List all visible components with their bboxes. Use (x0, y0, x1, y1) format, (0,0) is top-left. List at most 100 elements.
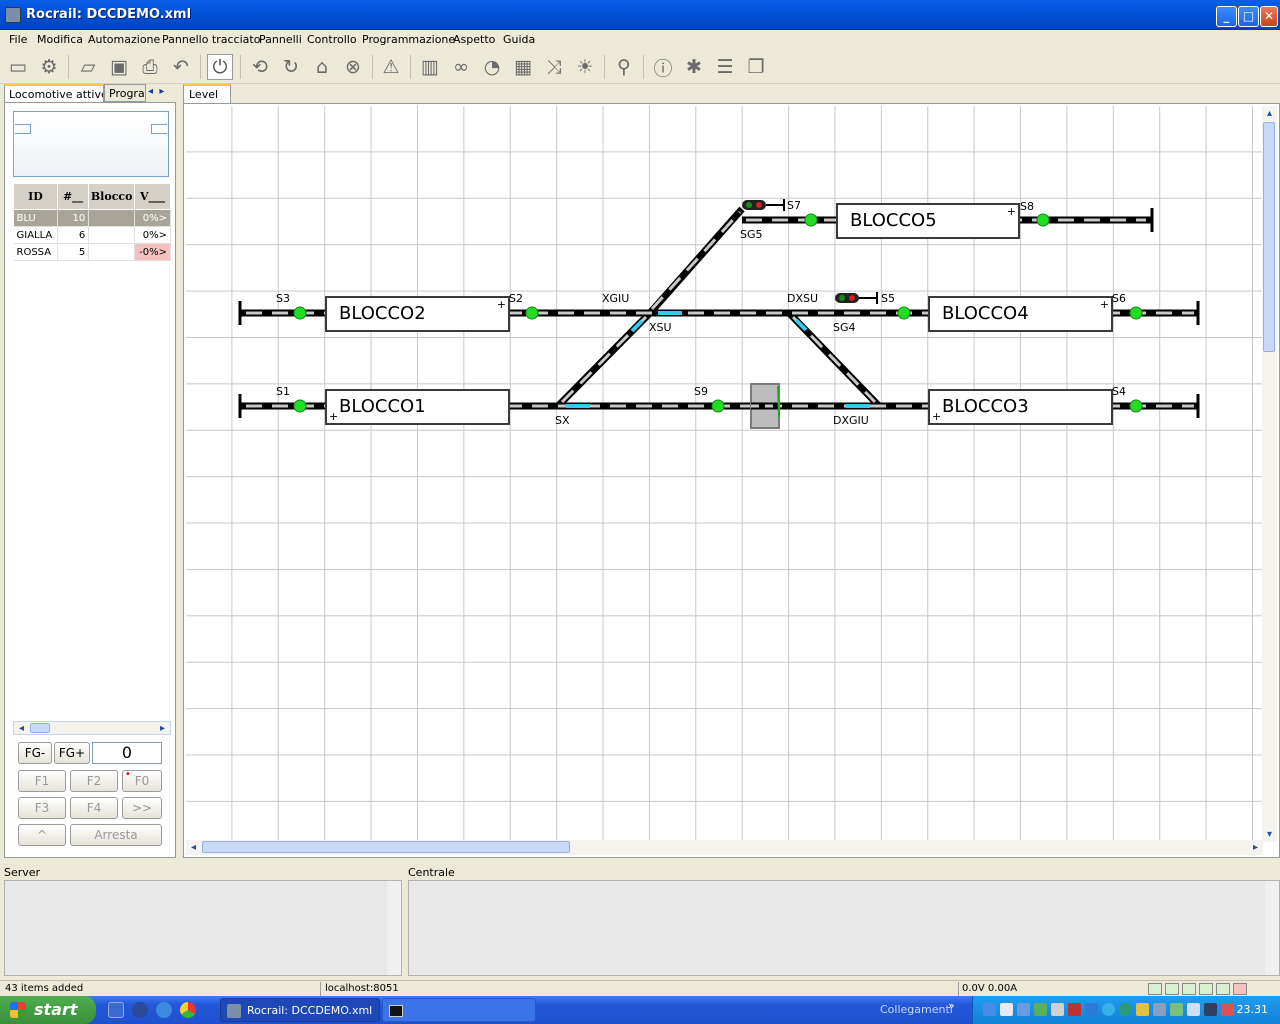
minimize-button[interactable]: _ (1216, 6, 1237, 27)
link-icon[interactable]: ∞ (448, 54, 474, 80)
sensor-s6[interactable] (1129, 306, 1143, 320)
internet-explorer-icon[interactable] (156, 1002, 172, 1018)
tab-locomotive-attive[interactable]: Locomotive attive (4, 84, 104, 102)
sensor-s7[interactable] (804, 213, 818, 227)
save-icon[interactable]: ▣ (106, 54, 132, 80)
scroll-right-icon[interactable]: ▸ (155, 721, 170, 736)
tray-security-icon[interactable] (1068, 1003, 1081, 1016)
chrome-icon[interactable] (180, 1002, 196, 1018)
signal-sg5-icon[interactable] (742, 199, 785, 211)
open-icon[interactable]: ▱ (75, 54, 101, 80)
scroll-up-icon[interactable]: ▴ (1262, 106, 1277, 121)
block-blocco1[interactable]: BLOCCO1 + (325, 389, 510, 425)
links-expand-icon[interactable]: » (948, 999, 955, 1012)
network-icon[interactable]: ▭ (5, 54, 31, 80)
tray-speaker-icon[interactable] (1153, 1003, 1166, 1016)
table-row[interactable]: BLU 10 0%> (13, 209, 171, 227)
f4-button[interactable]: F4 (70, 797, 118, 819)
warning-icon[interactable]: ⚠ (378, 54, 404, 80)
tab-programmazione[interactable]: Program (104, 84, 146, 102)
show-desktop-icon[interactable] (108, 1002, 124, 1018)
server-log[interactable] (4, 880, 402, 976)
scroll-left-icon[interactable]: ◂ (186, 840, 201, 855)
sensor-s9[interactable] (711, 399, 725, 413)
scroll-down-icon[interactable]: ▾ (1262, 827, 1277, 842)
track-plan-grid[interactable]: BLOCCO5 + BLOCCO2 + BLOCCO4 + BLOCCO1 + BLOC… (186, 106, 1263, 842)
tray-monitor-icon[interactable] (1204, 1003, 1217, 1016)
maximize-button[interactable]: □ (1238, 6, 1259, 27)
central-log-scrollbar[interactable] (1265, 881, 1279, 975)
tray-globe-icon[interactable] (1119, 1003, 1132, 1016)
tray-sync-icon[interactable] (1034, 1003, 1047, 1016)
zoom-icon[interactable]: ⚲ (611, 54, 637, 80)
bug-icon[interactable]: ✱ (681, 54, 707, 80)
links-toolbar[interactable]: Collegamenti (880, 1003, 953, 1016)
shuffle-icon[interactable]: ⤨ (541, 54, 567, 80)
tray-app-icon[interactable] (1085, 1003, 1098, 1016)
scroll-left-icon[interactable]: ◂ (14, 721, 29, 736)
sensor-s3[interactable] (293, 306, 307, 320)
block-blocco4[interactable]: BLOCCO4 + (928, 296, 1113, 332)
tab-scroll-arrows[interactable]: ◂ ▸ (148, 86, 174, 100)
settings-icon[interactable]: ⚙ (36, 54, 62, 80)
close-button[interactable]: ✕ (1260, 6, 1278, 27)
column-header-number[interactable]: #__ (56, 183, 90, 210)
menu-aspetto[interactable]: Aspetto (453, 33, 495, 46)
scrollbar-thumb[interactable] (30, 723, 50, 733)
server-log-scrollbar[interactable] (387, 881, 401, 975)
signal-sg4-icon[interactable] (835, 292, 878, 304)
table-horizontal-scrollbar[interactable]: ◂ ▸ (13, 721, 171, 735)
tab-level-0[interactable]: Level 0 (183, 84, 231, 114)
block-blocco2[interactable]: BLOCCO2 + (325, 296, 510, 332)
menu-file[interactable]: File (9, 33, 27, 46)
f0-button[interactable]: • F0 (122, 769, 162, 792)
sensor-s2[interactable] (525, 306, 539, 320)
sensor-s1[interactable] (293, 399, 307, 413)
gauge-icon[interactable]: ◔ (479, 54, 505, 80)
chevron-right-icon[interactable]: ▸ (159, 86, 164, 97)
media-player-icon[interactable] (132, 1002, 148, 1018)
column-header-velocity[interactable]: V___ (134, 183, 171, 210)
menu-controllo[interactable]: Controllo (307, 33, 357, 46)
more-functions-button[interactable]: >> (122, 797, 162, 819)
tray-messenger-icon[interactable] (1102, 1003, 1115, 1016)
fg-plus-button[interactable]: FG+ (54, 742, 90, 764)
tray-update-icon[interactable] (1170, 1003, 1183, 1016)
table-row[interactable]: ROSSA 5 -0%> (13, 243, 171, 261)
block-blocco3[interactable]: BLOCCO3 + (928, 389, 1113, 425)
copy-icon[interactable]: ❐ (743, 54, 769, 80)
tray-display-icon[interactable] (1017, 1003, 1030, 1016)
scrollbar-thumb[interactable] (202, 841, 570, 853)
sync-icon[interactable]: ⟲ (247, 54, 273, 80)
plan-vertical-scrollbar[interactable]: ▴ ▾ (1262, 106, 1277, 842)
undo-icon[interactable]: ↶ (168, 54, 194, 80)
f1-button[interactable]: F1 (18, 770, 66, 792)
grid-icon[interactable]: ▦ (510, 54, 536, 80)
locomotive-image[interactable] (13, 111, 169, 177)
stop-button[interactable]: Arresta (70, 824, 162, 846)
f3-button[interactable]: F3 (18, 797, 66, 819)
menu-automazione[interactable]: Automazione (88, 33, 160, 46)
tray-drive-icon[interactable] (1051, 1003, 1064, 1016)
light-icon[interactable]: ☀ (572, 54, 598, 80)
menu-pannelli[interactable]: Pannelli (259, 33, 302, 46)
menu-modifica[interactable]: Modifica (37, 33, 83, 46)
tray-alert-icon[interactable] (1221, 1003, 1234, 1016)
tray-phone-icon[interactable] (1187, 1003, 1200, 1016)
power-icon[interactable]: ⏻ (207, 54, 233, 80)
stop-icon[interactable]: ⊗ (340, 54, 366, 80)
f2-button[interactable]: F2 (70, 770, 118, 792)
menu-pannello-tracciato[interactable]: Pannello tracciato (162, 33, 260, 46)
scrollbar-thumb[interactable] (1263, 122, 1275, 352)
home-icon[interactable]: ⌂ (309, 54, 335, 80)
print-icon[interactable]: ⎙ (137, 54, 163, 80)
fg-minus-button[interactable]: FG- (18, 742, 52, 764)
sensor-s8[interactable] (1036, 213, 1050, 227)
sensor-s4[interactable] (1129, 399, 1143, 413)
column-header-id[interactable]: ID (13, 183, 58, 210)
taskbar-item-rocrail[interactable]: Rocrail: DCCDEMO.xml (220, 998, 380, 1022)
table-row[interactable]: GIALLA 6 0%> (13, 226, 171, 244)
locomotive-icon[interactable]: ▥ (417, 54, 443, 80)
tray-volume-icon[interactable] (1136, 1003, 1149, 1016)
rotate-icon[interactable]: ↻ (278, 54, 304, 80)
